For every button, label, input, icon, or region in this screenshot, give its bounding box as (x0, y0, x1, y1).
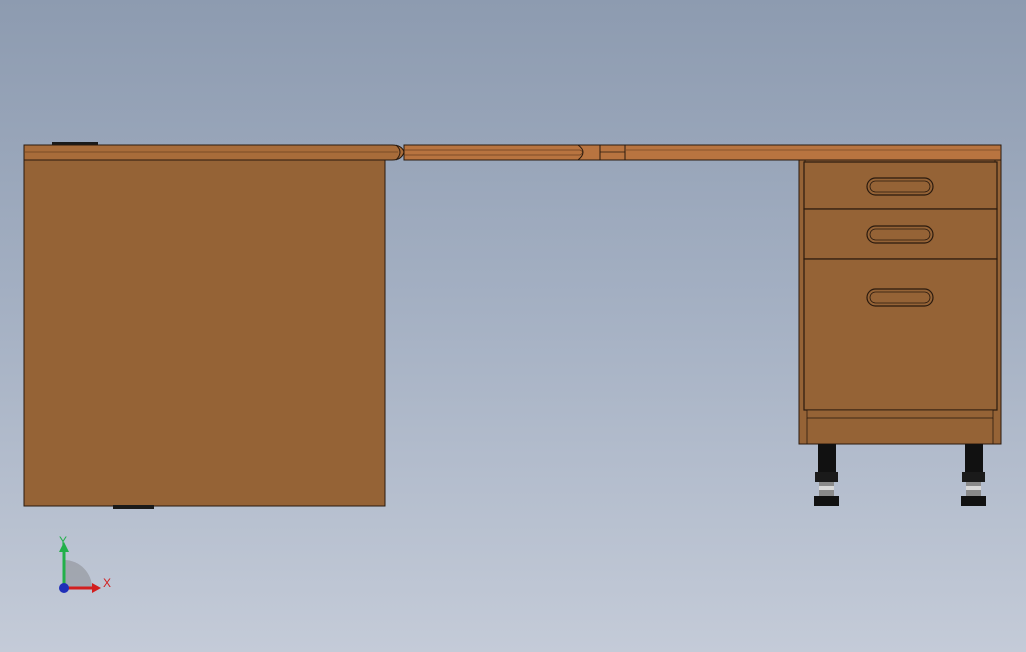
graphics-viewport[interactable]: Y X (0, 0, 1026, 652)
right-caster (961, 444, 986, 506)
left-caster (814, 444, 839, 506)
drawer-2[interactable] (803, 208, 998, 260)
drawer-1[interactable] (803, 161, 998, 210)
axis-triad[interactable]: Y X (59, 534, 111, 593)
drawer-pedestal[interactable] (798, 159, 1002, 445)
desktop-top[interactable] (23, 144, 1002, 161)
triad-x-label: X (103, 576, 111, 590)
drawer-3[interactable] (803, 258, 998, 411)
pedestal-plinth (806, 409, 994, 419)
left-foot (113, 505, 154, 509)
desk-model-view[interactable]: Y X (0, 0, 1026, 652)
left-side-panel[interactable] (23, 159, 386, 507)
triad-y-label: Y (59, 534, 67, 548)
